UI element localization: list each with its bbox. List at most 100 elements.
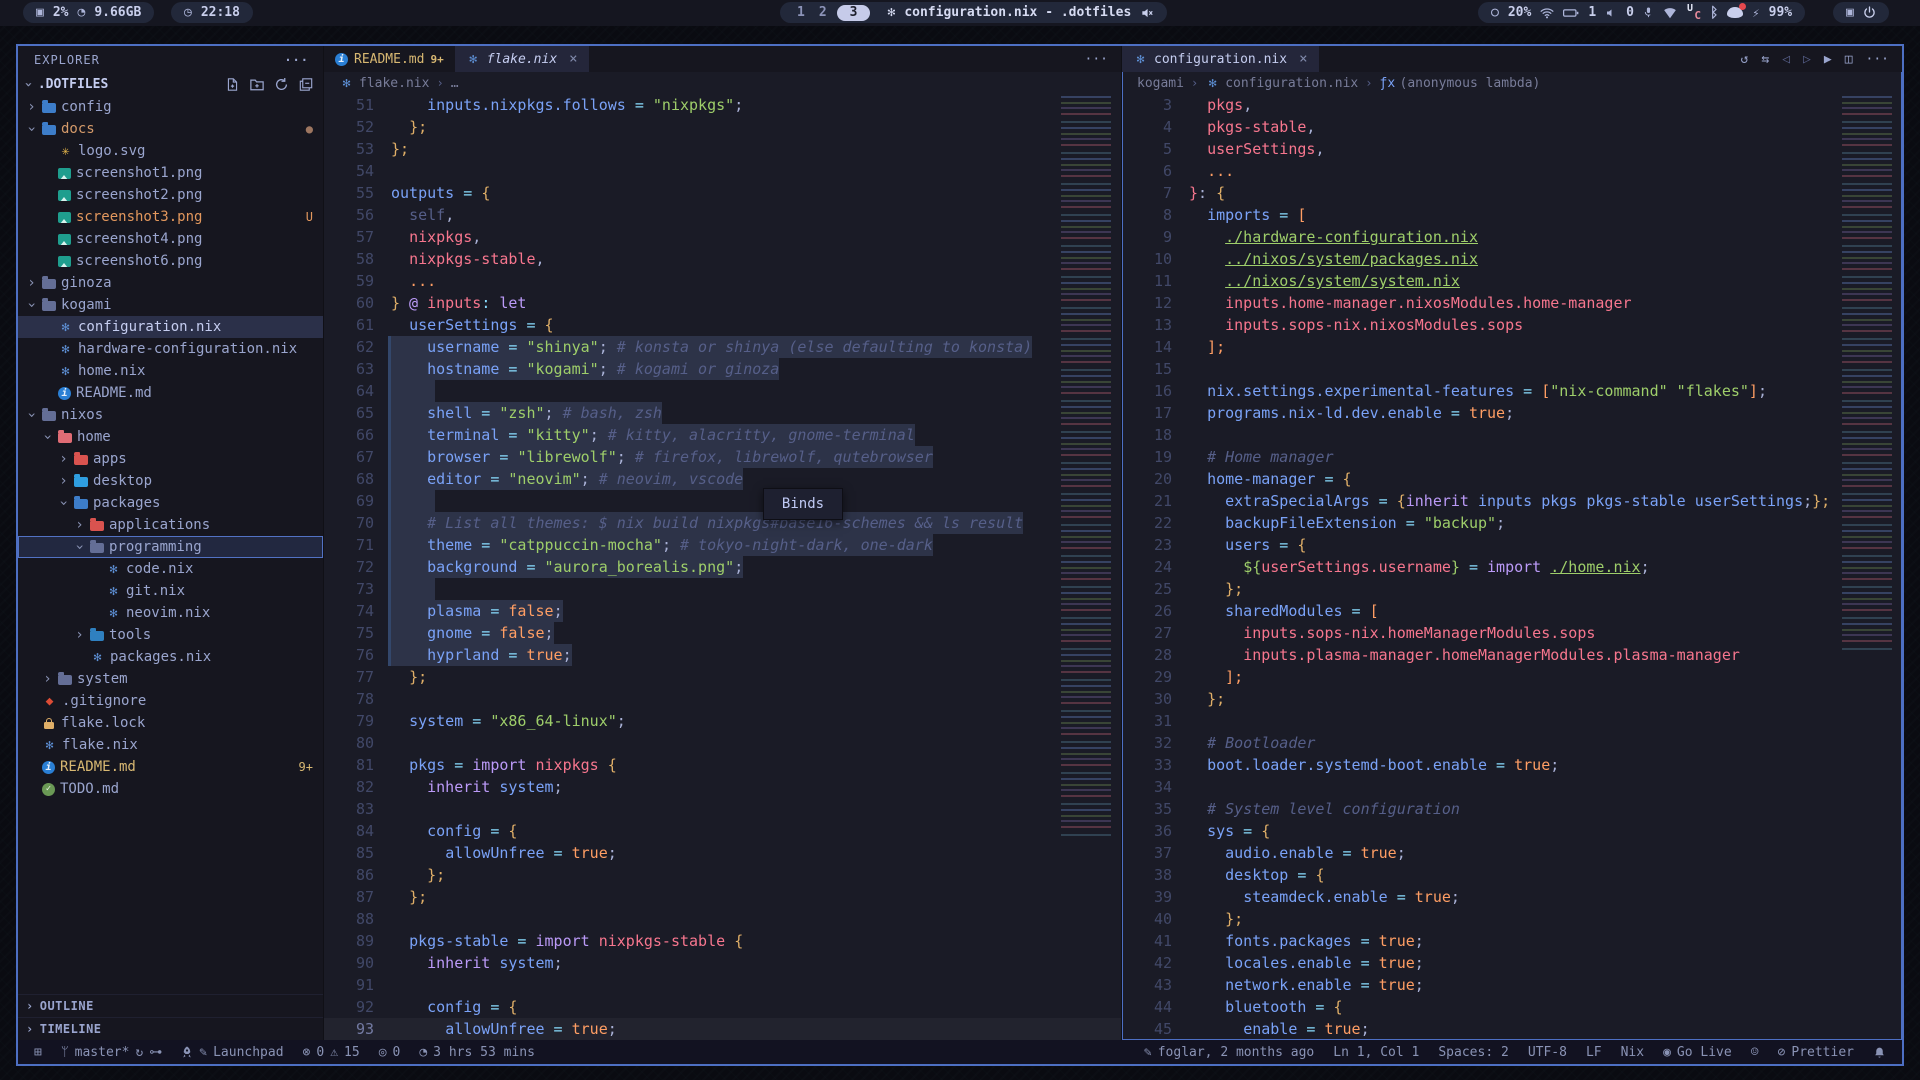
workspace-3[interactable]: 3 bbox=[837, 5, 871, 21]
code-line-82[interactable]: 82 inherit system; bbox=[324, 776, 1121, 798]
outline-section[interactable]: › OUTLINE bbox=[18, 994, 323, 1017]
code-line-61[interactable]: 61 userSettings = { bbox=[324, 314, 1121, 336]
tree-item-flake.lock[interactable]: ›flake.lock bbox=[18, 712, 323, 734]
breadcrumb-item[interactable]: ƒx(anonymous lambda) bbox=[1380, 76, 1541, 91]
code-line-62[interactable]: 62 username = "shinya"; # konsta or shin… bbox=[324, 336, 1121, 358]
split-editor-icon[interactable]: ◫ bbox=[1845, 52, 1853, 67]
indentation[interactable]: Spaces: 2 bbox=[1438, 1045, 1508, 1060]
code-line-68[interactable]: 68 editor = "neovim"; # neovim, vscode bbox=[324, 468, 1121, 490]
breadcrumb-item[interactable]: ✻configuration.nix bbox=[1205, 76, 1358, 91]
code-line-52[interactable]: 52 }; bbox=[324, 116, 1121, 138]
close-icon[interactable]: × bbox=[569, 51, 577, 67]
code-line-79[interactable]: 79 system = "x86_64-linux"; bbox=[324, 710, 1121, 732]
tree-item-applications[interactable]: ›applications bbox=[18, 514, 323, 536]
code-line-30[interactable]: 30 }; bbox=[1122, 688, 1902, 710]
power-icon[interactable] bbox=[1863, 6, 1876, 19]
tab-flake.nix[interactable]: ✻flake.nix× bbox=[455, 46, 589, 72]
breadcrumb-item[interactable]: kogami bbox=[1137, 76, 1184, 91]
code-line-14[interactable]: 14 ]; bbox=[1122, 336, 1902, 358]
refresh-icon[interactable] bbox=[275, 78, 288, 91]
prettier-status[interactable]: ⊘ Prettier bbox=[1778, 1045, 1854, 1060]
mute-icon[interactable] bbox=[1140, 6, 1154, 20]
explorer-more-icon[interactable]: ··· bbox=[284, 53, 309, 67]
code-line-59[interactable]: 59 ... bbox=[324, 270, 1121, 292]
code-area-right[interactable]: 3 pkgs,4 pkgs-stable,5 userSettings,6 ..… bbox=[1122, 94, 1902, 1040]
code-line-93[interactable]: 93 allowUnfree = true; bbox=[324, 1018, 1121, 1040]
code-line-72[interactable]: 72 background = "aurora_borealis.png"; bbox=[324, 556, 1121, 578]
code-line-58[interactable]: 58 nixpkgs-stable, bbox=[324, 248, 1121, 270]
encoding[interactable]: UTF-8 bbox=[1528, 1045, 1567, 1060]
keyboard-layout-icon[interactable]: UC bbox=[1686, 5, 1701, 20]
code-line-4[interactable]: 4 pkgs-stable, bbox=[1122, 116, 1902, 138]
code-line-56[interactable]: 56 self, bbox=[324, 204, 1121, 226]
code-line-54[interactable]: 54 bbox=[324, 160, 1121, 182]
tree-item-home.nix[interactable]: ›✻home.nix bbox=[18, 360, 323, 382]
tree-item-screenshot2.png[interactable]: ›screenshot2.png bbox=[18, 184, 323, 206]
tree-item-screenshot1.png[interactable]: ›screenshot1.png bbox=[18, 162, 323, 184]
code-line-90[interactable]: 90 inherit system; bbox=[324, 952, 1121, 974]
code-line-85[interactable]: 85 allowUnfree = true; bbox=[324, 842, 1121, 864]
code-line-32[interactable]: 32 # Bootloader bbox=[1122, 732, 1902, 754]
code-line-9[interactable]: 9 ./hardware-configuration.nix bbox=[1122, 226, 1902, 248]
code-line-28[interactable]: 28 inputs.plasma-manager.homeManagerModu… bbox=[1122, 644, 1902, 666]
code-line-31[interactable]: 31 bbox=[1122, 710, 1902, 732]
code-line-22[interactable]: 22 backupFileExtension = "backup"; bbox=[1122, 512, 1902, 534]
code-line-23[interactable]: 23 users = { bbox=[1122, 534, 1902, 556]
tree-item-packages[interactable]: ›packages bbox=[18, 492, 323, 514]
tree-item-docs[interactable]: ›docs● bbox=[18, 118, 323, 140]
code-line-53[interactable]: 53}; bbox=[324, 138, 1121, 160]
tree-item-programming[interactable]: ›programming bbox=[18, 536, 323, 558]
code-line-83[interactable]: 83 bbox=[324, 798, 1121, 820]
copilot-status[interactable]: ☺ bbox=[1751, 1045, 1759, 1060]
tab-configuration.nix[interactable]: ✻configuration.nix× bbox=[1122, 46, 1319, 72]
code-line-92[interactable]: 92 config = { bbox=[324, 996, 1121, 1018]
code-line-78[interactable]: 78 bbox=[324, 688, 1121, 710]
problems[interactable]: ⊗ 0 ⚠ 15 bbox=[303, 1045, 360, 1060]
code-line-20[interactable]: 20 home-manager = { bbox=[1122, 468, 1902, 490]
notifications[interactable] bbox=[1873, 1046, 1886, 1059]
new-file-icon[interactable] bbox=[226, 78, 239, 91]
clipboard-icon[interactable]: ▣ bbox=[1846, 5, 1854, 20]
launchpad-item[interactable]: ✎ Launchpad bbox=[181, 1045, 283, 1060]
more-actions-icon[interactable]: ··· bbox=[1085, 52, 1108, 67]
code-line-42[interactable]: 42 locales.enable = true; bbox=[1122, 952, 1902, 974]
close-icon[interactable]: × bbox=[1299, 51, 1307, 67]
workspace-2[interactable]: 2 bbox=[815, 5, 831, 20]
code-line-69[interactable]: 69 bbox=[324, 490, 1121, 512]
new-folder-icon[interactable] bbox=[250, 78, 264, 91]
code-line-41[interactable]: 41 fonts.packages = true; bbox=[1122, 930, 1902, 952]
eol-indicator[interactable]: LF bbox=[1586, 1045, 1602, 1060]
code-line-6[interactable]: 6 ... bbox=[1122, 160, 1902, 182]
tree-item-packages.nix[interactable]: ›✻packages.nix bbox=[18, 646, 323, 668]
graph-icon[interactable]: ⊶ bbox=[149, 1045, 162, 1060]
tree-item-.gitignore[interactable]: ›◆.gitignore bbox=[18, 690, 323, 712]
code-line-60[interactable]: 60} @ inputs: let bbox=[324, 292, 1121, 314]
code-line-29[interactable]: 29 ]; bbox=[1122, 666, 1902, 688]
code-line-88[interactable]: 88 bbox=[324, 908, 1121, 930]
sync-icon[interactable]: ↻ bbox=[135, 1045, 143, 1060]
timeline-section[interactable]: › TIMELINE bbox=[18, 1017, 323, 1040]
code-line-21[interactable]: 21 extraSpecialArgs = {inherit inputs pk… bbox=[1122, 490, 1902, 512]
code-line-15[interactable]: 15 bbox=[1122, 358, 1902, 380]
tree-item-code.nix[interactable]: ›✻code.nix bbox=[18, 558, 323, 580]
code-line-74[interactable]: 74 plasma = false; bbox=[324, 600, 1121, 622]
code-line-45[interactable]: 45 enable = true; bbox=[1122, 1018, 1902, 1040]
tree-item-config[interactable]: ›config bbox=[18, 96, 323, 118]
code-line-19[interactable]: 19 # Home manager bbox=[1122, 446, 1902, 468]
code-line-12[interactable]: 12 inputs.home-manager.nixosModules.home… bbox=[1122, 292, 1902, 314]
code-line-76[interactable]: 76 hyprland = true; bbox=[324, 644, 1121, 666]
code-line-55[interactable]: 55outputs = { bbox=[324, 182, 1121, 204]
git-blame[interactable]: ✎ foglar, 2 months ago bbox=[1144, 1045, 1314, 1060]
code-line-80[interactable]: 80 bbox=[324, 732, 1121, 754]
cursor-position[interactable]: Ln 1, Col 1 bbox=[1333, 1045, 1419, 1060]
minimap-right[interactable] bbox=[1834, 96, 1900, 652]
language-mode[interactable]: Nix bbox=[1621, 1045, 1644, 1060]
git-branch[interactable]: ᛘ master* ↻ ⊶ bbox=[61, 1045, 162, 1060]
code-line-11[interactable]: 11 ../nixos/system/system.nix bbox=[1122, 270, 1902, 292]
tree-item-tools[interactable]: ›tools bbox=[18, 624, 323, 646]
code-line-38[interactable]: 38 desktop = { bbox=[1122, 864, 1902, 886]
code-line-57[interactable]: 57 nixpkgs, bbox=[324, 226, 1121, 248]
prev-change-icon[interactable]: ◁ bbox=[1782, 52, 1790, 67]
tree-item-hardware-configuration.nix[interactable]: ›✻hardware-configuration.nix bbox=[18, 338, 323, 360]
tree-item-TODO.md[interactable]: ›✓TODO.md bbox=[18, 778, 323, 800]
